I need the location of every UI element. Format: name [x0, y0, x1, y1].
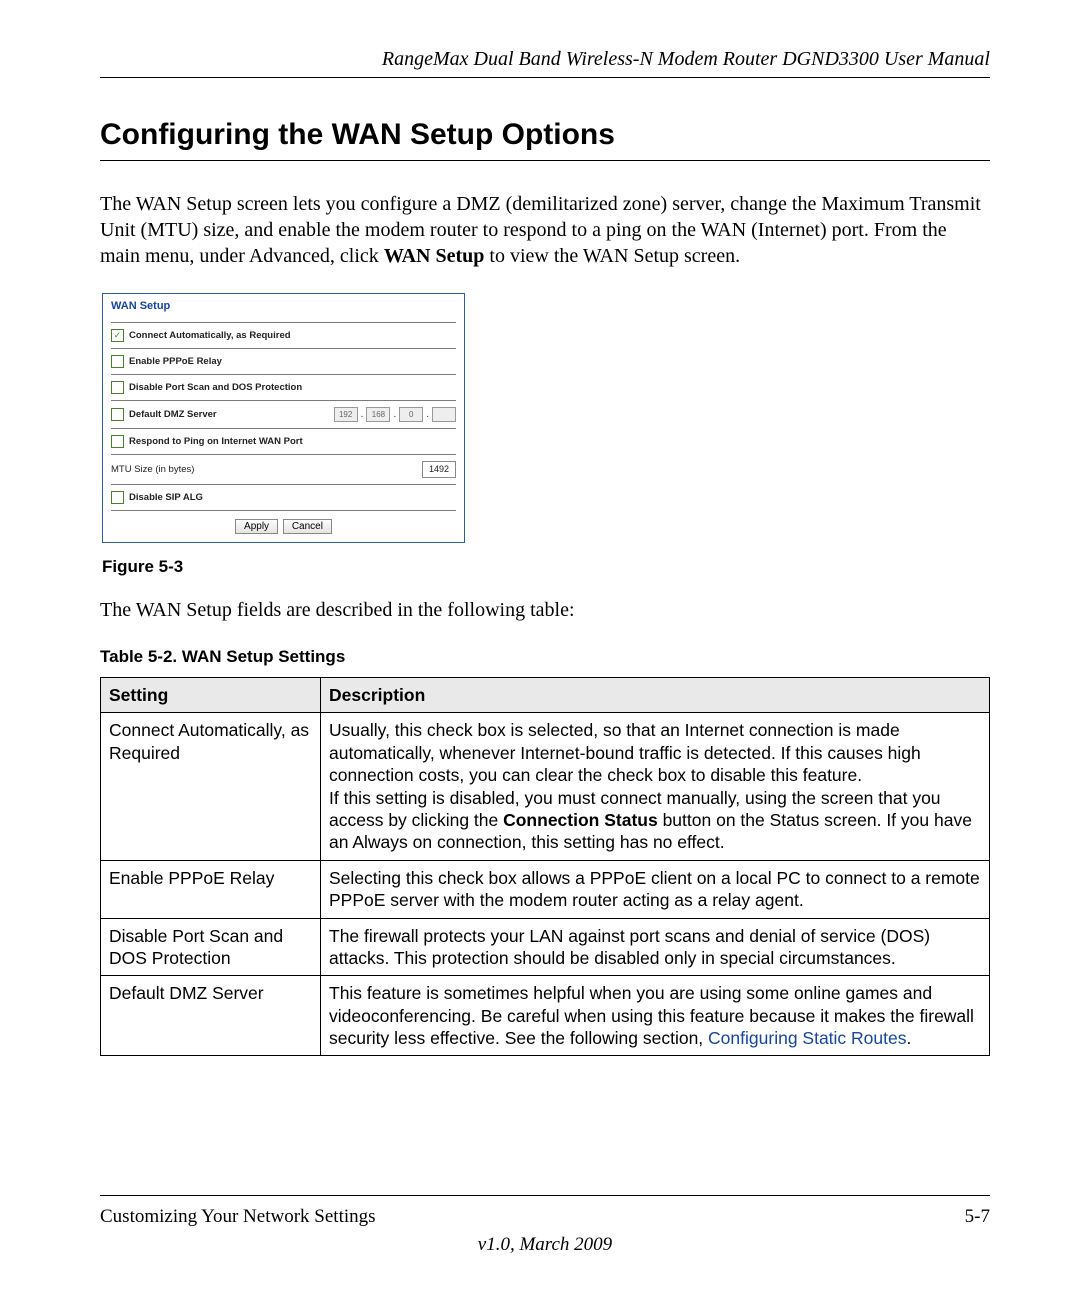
- label-respond-ping: Respond to Ping on Internet WAN Port: [129, 436, 303, 447]
- cancel-button[interactable]: Cancel: [283, 519, 332, 534]
- row-connect-auto: ✓ Connect Automatically, as Required: [111, 322, 456, 348]
- table-row: Disable Port Scan and DOS Protection The…: [101, 918, 990, 976]
- dmz-ip-4[interactable]: [432, 407, 456, 422]
- mtu-input[interactable]: 1492: [422, 461, 456, 478]
- dmz-ip-1[interactable]: 192: [334, 407, 358, 422]
- table-row: Default DMZ Server This feature is somet…: [101, 976, 990, 1056]
- label-mtu: MTU Size (in bytes): [111, 464, 194, 475]
- panel-button-row: Apply Cancel: [111, 510, 456, 534]
- th-setting: Setting: [101, 678, 321, 713]
- table-row: Connect Automatically, as Required Usual…: [101, 713, 990, 860]
- checkbox-respond-ping[interactable]: [111, 435, 124, 448]
- intro-text-2: to view the WAN Setup screen.: [484, 245, 740, 267]
- cell-setting: Enable PPPoE Relay: [101, 860, 321, 918]
- row-dmz: Default DMZ Server 192. 168. 0.: [111, 400, 456, 428]
- row-pppoe-relay: Enable PPPoE Relay: [111, 348, 456, 374]
- row-disable-portscan: Disable Port Scan and DOS Protection: [111, 374, 456, 400]
- intro-paragraph: The WAN Setup screen lets you configure …: [100, 191, 990, 269]
- after-figure-text: The WAN Setup fields are described in th…: [100, 597, 990, 623]
- row-sip-alg: Disable SIP ALG: [111, 484, 456, 510]
- table-header-row: Setting Description: [101, 678, 990, 713]
- checkbox-sip-alg[interactable]: [111, 491, 124, 504]
- th-description: Description: [321, 678, 990, 713]
- dmz-ip-3[interactable]: 0: [399, 407, 423, 422]
- cell-setting: Default DMZ Server: [101, 976, 321, 1056]
- figure-caption: Figure 5-3: [102, 557, 990, 577]
- label-connect-auto: Connect Automatically, as Required: [129, 330, 291, 341]
- wan-settings-table: Setting Description Connect Automaticall…: [100, 677, 990, 1056]
- label-dmz: Default DMZ Server: [129, 409, 217, 420]
- label-pppoe-relay: Enable PPPoE Relay: [129, 356, 222, 367]
- checkbox-dmz[interactable]: [111, 408, 124, 421]
- table-caption: Table 5-2. WAN Setup Settings: [100, 647, 990, 667]
- cell-desc: The firewall protects your LAN against p…: [321, 918, 990, 976]
- cell-setting: Disable Port Scan and DOS Protection: [101, 918, 321, 976]
- apply-button[interactable]: Apply: [235, 519, 278, 534]
- running-header: RangeMax Dual Band Wireless-N Modem Rout…: [100, 48, 990, 78]
- label-disable-portscan: Disable Port Scan and DOS Protection: [129, 382, 302, 393]
- footer-page-number: 5-7: [965, 1206, 990, 1228]
- footer-version: v1.0, March 2009: [100, 1234, 990, 1256]
- cell-desc: This feature is sometimes helpful when y…: [321, 976, 990, 1056]
- checkbox-pppoe-relay[interactable]: [111, 355, 124, 368]
- cell-desc: Selecting this check box allows a PPPoE …: [321, 860, 990, 918]
- cell-setting: Connect Automatically, as Required: [101, 713, 321, 860]
- cell-desc: Usually, this check box is selected, so …: [321, 713, 990, 860]
- wan-panel-title: WAN Setup: [111, 300, 456, 312]
- footer-left: Customizing Your Network Settings: [100, 1206, 376, 1228]
- dmz-ip-2[interactable]: 168: [366, 407, 390, 422]
- row-mtu: MTU Size (in bytes) 1492: [111, 454, 456, 484]
- checkbox-connect-auto[interactable]: ✓: [111, 329, 124, 342]
- intro-bold: WAN Setup: [384, 245, 485, 267]
- page-footer: Customizing Your Network Settings 5-7 v1…: [100, 1195, 990, 1256]
- label-sip-alg: Disable SIP ALG: [129, 492, 203, 503]
- row-respond-ping: Respond to Ping on Internet WAN Port: [111, 428, 456, 454]
- checkbox-disable-portscan[interactable]: [111, 381, 124, 394]
- link-configuring-static-routes[interactable]: Configuring Static Routes: [708, 1028, 906, 1048]
- table-row: Enable PPPoE Relay Selecting this check …: [101, 860, 990, 918]
- wan-setup-panel: WAN Setup ✓ Connect Automatically, as Re…: [102, 293, 465, 543]
- section-title: Configuring the WAN Setup Options: [100, 118, 990, 161]
- dmz-ip-inputs: 192. 168. 0.: [334, 407, 456, 422]
